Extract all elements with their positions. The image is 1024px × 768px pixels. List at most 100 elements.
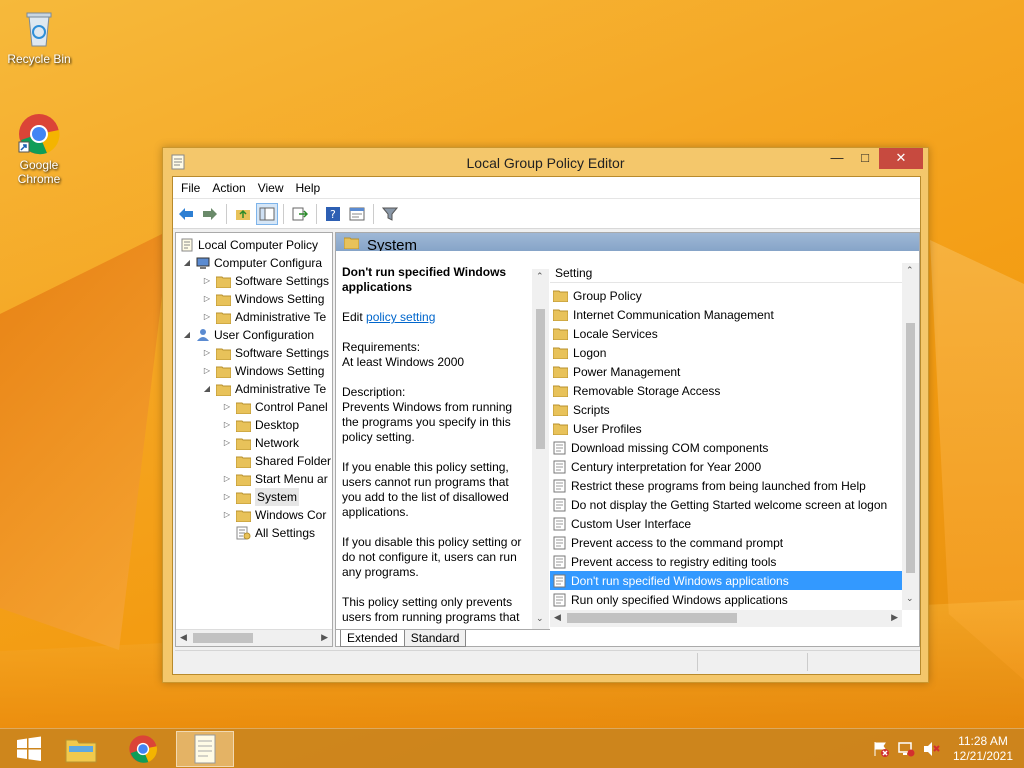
menu-help[interactable]: Help — [290, 181, 327, 195]
collapse-icon[interactable]: ◢ — [202, 380, 212, 398]
up-one-level-button[interactable] — [232, 203, 254, 225]
tree-item-local-computer-policy[interactable]: Local Computer Policy — [180, 236, 318, 254]
list-item-setting[interactable]: Custom User Interface — [550, 514, 902, 533]
expand-icon[interactable]: ▷ — [202, 272, 212, 290]
list-item-folder[interactable]: Locale Services — [550, 324, 902, 343]
help-button[interactable]: ? — [322, 203, 344, 225]
scrollbar-thumb[interactable] — [906, 323, 915, 573]
scroll-left-arrow-icon[interactable]: ◀ — [554, 612, 561, 623]
show-hide-tree-button[interactable] — [256, 202, 278, 225]
list-item-folder[interactable]: Internet Communication Management — [550, 305, 902, 324]
description-vertical-scrollbar[interactable]: ⌃ ⌄ — [532, 269, 549, 629]
list-item-setting[interactable]: Prevent access to the command prompt — [550, 533, 902, 552]
list-item-setting[interactable]: Run only specified Windows applications — [550, 590, 902, 609]
properties-button[interactable] — [346, 203, 368, 225]
expand-icon[interactable]: ▷ — [202, 344, 212, 362]
expand-icon[interactable]: ▷ — [222, 416, 232, 434]
tree-item-software-settings[interactable]: ▷ Software Settings — [202, 272, 329, 290]
menu-file[interactable]: File — [175, 181, 206, 195]
scroll-left-arrow-icon[interactable]: ◀ — [180, 632, 187, 643]
tree-horizontal-scrollbar[interactable]: ◀ ▶ — [176, 629, 332, 646]
tree-item-computer-configuration[interactable]: ◢ Computer Configura — [182, 254, 322, 272]
tab-standard[interactable]: Standard — [403, 630, 467, 647]
system-clock[interactable]: 11:28 AM 12/21/2021 — [948, 734, 1018, 764]
tree-item-system[interactable]: ▷ System — [222, 488, 300, 506]
scroll-down-arrow-icon[interactable]: ⌄ — [906, 593, 914, 604]
edit-policy-setting-link[interactable]: policy setting — [366, 310, 435, 324]
scroll-right-arrow-icon[interactable]: ▶ — [891, 612, 898, 623]
tree-item-label: Control Panel — [255, 400, 328, 414]
tree-item-user-configuration[interactable]: ◢ User Configuration — [182, 326, 314, 344]
collapse-icon[interactable]: ◢ — [182, 254, 192, 272]
list-item-folder[interactable]: Scripts — [550, 400, 902, 419]
scrollbar-thumb[interactable] — [193, 633, 253, 643]
minimize-button[interactable]: — — [823, 148, 851, 169]
expand-icon[interactable]: ▷ — [202, 362, 212, 380]
action-center-icon[interactable] — [872, 741, 890, 760]
expand-icon[interactable]: ▷ — [222, 506, 232, 524]
tree-item-all-settings[interactable]: All Settings — [222, 524, 315, 542]
taskbar-group-policy-editor[interactable] — [176, 731, 234, 767]
tree-item-windows-components[interactable]: ▷ Windows Cor — [222, 506, 326, 524]
list-item-setting[interactable]: Do not display the Getting Started welco… — [550, 495, 902, 514]
maximize-button[interactable]: □ — [851, 148, 879, 169]
expand-icon[interactable]: ▷ — [222, 470, 232, 488]
tree-item-control-panel[interactable]: ▷ Control Panel — [222, 398, 328, 416]
filter-button[interactable] — [379, 203, 401, 225]
list-horizontal-scrollbar[interactable]: ◀ ▶ — [550, 610, 902, 627]
toolbar-separator — [283, 203, 284, 224]
scroll-up-arrow-icon[interactable]: ⌃ — [536, 271, 544, 282]
export-list-button[interactable] — [289, 203, 311, 225]
start-button[interactable] — [0, 731, 58, 767]
tree-item-start-menu[interactable]: ▷ Start Menu ar — [222, 470, 328, 488]
expand-icon[interactable]: ▷ — [222, 488, 232, 506]
scroll-right-arrow-icon[interactable]: ▶ — [321, 632, 328, 643]
close-button[interactable]: ✕ — [879, 148, 923, 169]
taskbar-google-chrome[interactable] — [114, 731, 172, 767]
tree-item-user-software-settings[interactable]: ▷ Software Settings — [202, 344, 329, 362]
list-item-folder[interactable]: Group Policy — [550, 286, 902, 305]
volume-icon[interactable] — [922, 741, 940, 760]
console-tree[interactable]: Local Computer Policy ◢ Computer Configu… — [175, 232, 333, 647]
tree-item-administrative-templates[interactable]: ▷ Administrative Te — [202, 308, 326, 326]
forward-button[interactable] — [199, 203, 221, 225]
list-item-setting[interactable]: Prevent access to registry editing tools — [550, 552, 902, 571]
scroll-down-arrow-icon[interactable]: ⌄ — [536, 613, 544, 624]
menu-view[interactable]: View — [252, 181, 290, 195]
title-bar[interactable]: Local Group Policy Editor — □ ✕ — [163, 148, 928, 176]
tree-item-shared-folders[interactable]: Shared Folder — [222, 452, 331, 470]
desktop-icon-google-chrome[interactable]: Google Chrome — [1, 112, 77, 186]
taskbar-file-explorer[interactable] — [52, 731, 110, 767]
list-item-setting[interactable]: Restrict these programs from being launc… — [550, 476, 902, 495]
list-item-setting[interactable]: Download missing COM components — [550, 438, 902, 457]
list-item-setting[interactable]: Don't run specified Windows applications — [550, 571, 902, 590]
tree-item-network[interactable]: ▷ Network — [222, 434, 299, 452]
list-item-folder[interactable]: Removable Storage Access — [550, 381, 902, 400]
tree-item-desktop[interactable]: ▷ Desktop — [222, 416, 299, 434]
list-item-setting[interactable]: Century interpretation for Year 2000 — [550, 457, 902, 476]
tree-item-windows-settings[interactable]: ▷ Windows Setting — [202, 290, 324, 308]
description-label: Description: — [342, 385, 406, 399]
tree-item-user-administrative-templates[interactable]: ◢ Administrative Te — [202, 380, 326, 398]
collapse-icon[interactable]: ◢ — [182, 326, 192, 344]
desktop-icon-label: Google Chrome — [17, 158, 61, 186]
expand-icon[interactable]: ▷ — [202, 308, 212, 326]
list-vertical-scrollbar[interactable]: ⌃ ⌄ — [902, 263, 919, 610]
list-item-folder[interactable]: Power Management — [550, 362, 902, 381]
expand-icon[interactable]: ▷ — [222, 434, 232, 452]
list-item-folder[interactable]: Logon — [550, 343, 902, 362]
tree-item-user-windows-settings[interactable]: ▷ Windows Setting — [202, 362, 324, 380]
scrollbar-thumb[interactable] — [536, 309, 545, 449]
column-header-setting[interactable]: Setting — [550, 263, 902, 283]
settings-list[interactable]: Setting Group Policy Internet Communicati… — [550, 251, 919, 629]
back-button[interactable] — [175, 203, 197, 225]
desktop-icon-recycle-bin[interactable]: Recycle Bin — [1, 6, 77, 66]
scrollbar-thumb[interactable] — [567, 613, 737, 623]
list-item-folder[interactable]: User Profiles — [550, 419, 902, 438]
menu-action[interactable]: Action — [206, 181, 251, 195]
expand-icon[interactable]: ▷ — [222, 398, 232, 416]
network-icon[interactable] — [897, 741, 915, 760]
expand-icon[interactable]: ▷ — [202, 290, 212, 308]
tab-extended[interactable]: Extended — [340, 630, 405, 647]
scroll-up-arrow-icon[interactable]: ⌃ — [906, 265, 914, 276]
